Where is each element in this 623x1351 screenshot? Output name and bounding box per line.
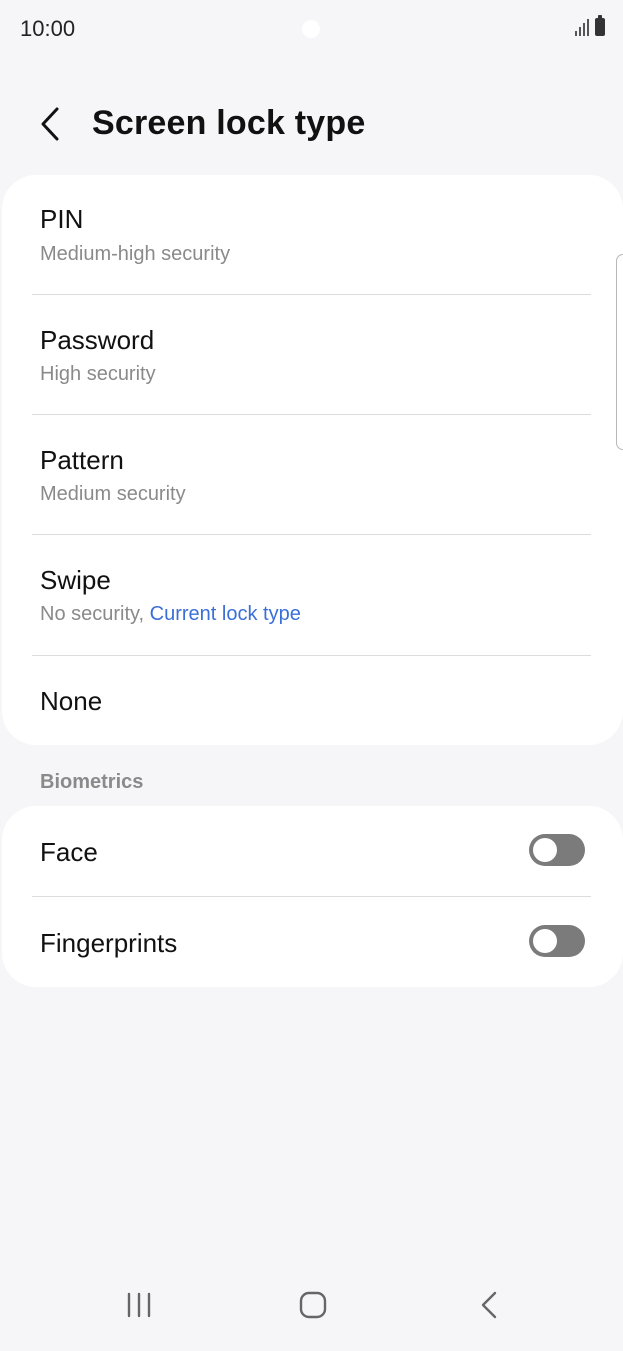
status-icons xyxy=(575,15,605,36)
toggle-knob xyxy=(533,838,557,862)
fingerprints-toggle[interactable] xyxy=(529,925,585,957)
back-icon xyxy=(481,1291,497,1319)
camera-cutout xyxy=(302,20,320,38)
navigation-bar xyxy=(0,1271,623,1351)
app-header: Screen lock type xyxy=(0,90,623,160)
lock-option-title: PIN xyxy=(40,204,84,234)
lock-option-title: Swipe xyxy=(40,565,111,595)
face-toggle[interactable] xyxy=(529,834,585,866)
battery-icon xyxy=(595,15,605,36)
security-level: No security, xyxy=(40,603,150,625)
current-lock-type-label: Current lock type xyxy=(149,603,301,625)
home-button[interactable] xyxy=(288,1285,338,1325)
section-label-biometrics: Biometrics xyxy=(40,771,144,793)
edge-panel-handle[interactable] xyxy=(616,254,623,450)
recents-icon xyxy=(127,1292,151,1318)
lock-option-subtitle: Medium-high security xyxy=(40,243,231,265)
lock-option-title: Pattern xyxy=(40,445,124,475)
lock-option-subtitle: High security xyxy=(40,363,156,385)
lock-option-title: None xyxy=(40,686,103,716)
biometric-title: Face xyxy=(40,837,98,867)
lock-option-title: Password xyxy=(40,325,155,355)
status-time: 10:00 xyxy=(20,16,76,41)
back-button[interactable] xyxy=(28,102,72,146)
lock-option-pattern[interactable]: Pattern Medium security xyxy=(2,415,623,535)
status-bar: 10:00 xyxy=(0,0,623,58)
chevron-left-icon xyxy=(41,107,59,141)
page-title: Screen lock type xyxy=(92,104,366,142)
lock-option-pin[interactable]: PIN Medium-high security xyxy=(2,175,623,295)
lock-option-subtitle: No security, Current lock type xyxy=(40,603,301,626)
lock-option-none[interactable]: None xyxy=(2,656,623,745)
lock-type-list: PIN Medium-high security Password High s… xyxy=(2,175,623,745)
lock-option-swipe[interactable]: Swipe No security, Current lock type xyxy=(2,535,623,655)
lock-option-password[interactable]: Password High security xyxy=(2,295,623,415)
biometrics-list: Face Fingerprints xyxy=(2,806,623,987)
home-icon xyxy=(299,1291,327,1319)
biometric-face[interactable]: Face xyxy=(2,806,623,896)
lock-option-subtitle: Medium security xyxy=(40,483,186,505)
signal-icon xyxy=(575,18,589,36)
nav-back-button[interactable] xyxy=(464,1285,514,1325)
biometric-title: Fingerprints xyxy=(40,928,178,958)
toggle-knob xyxy=(533,929,557,953)
recents-button[interactable] xyxy=(114,1285,164,1325)
biometric-fingerprints[interactable]: Fingerprints xyxy=(2,897,623,987)
